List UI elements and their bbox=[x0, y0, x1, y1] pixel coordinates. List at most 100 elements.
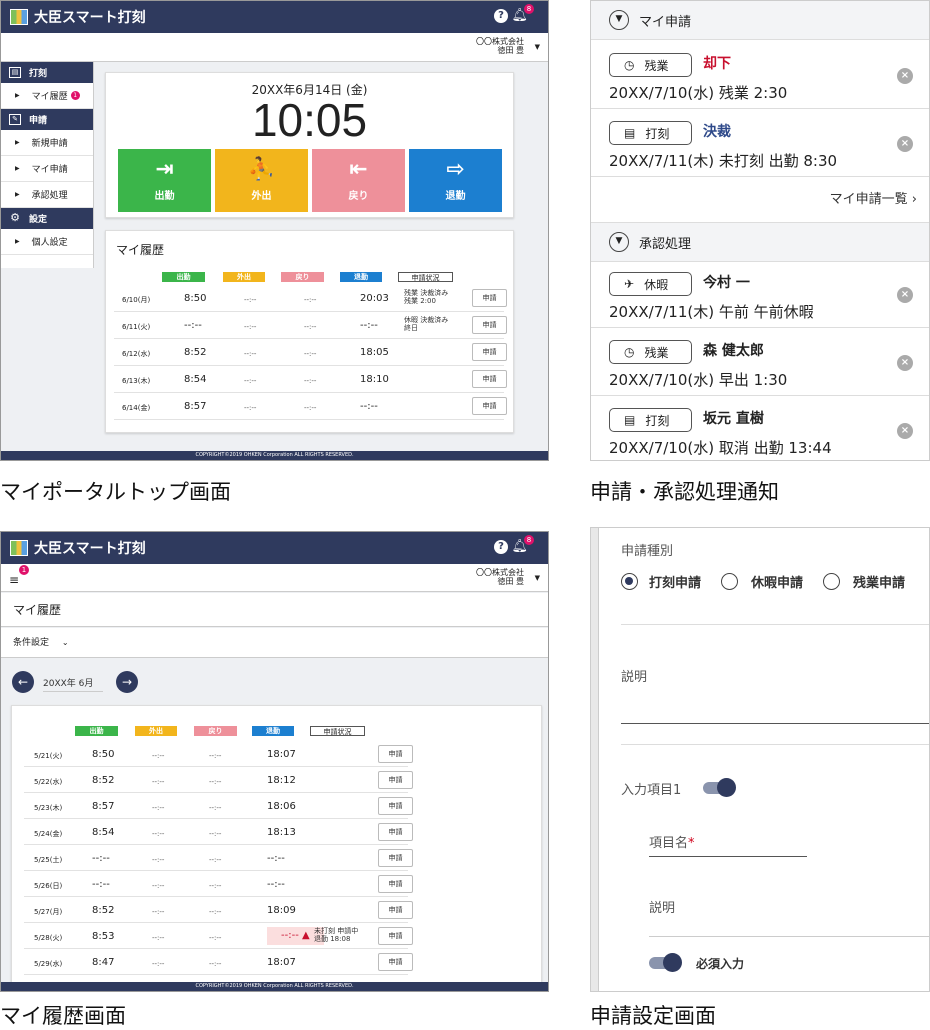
table-row: 6/13(木) 8:54 --:-- --:-- 18:10 申請 bbox=[114, 366, 507, 393]
col-header-back: 戻り bbox=[281, 272, 324, 282]
sidebar: ▤ 打刻 ▶ マイ履歴 1 ✎ 申請 ▶ 新規申請 ▶ マイ申請 ▶ 承認処理 ⚙ 設定 ▶ 個人設定 bbox=[1, 62, 94, 268]
in-cell: 8:54 bbox=[92, 827, 115, 838]
next-month-button[interactable]: → bbox=[116, 671, 138, 693]
sidebar-item[interactable]: ▶ 個人設定 bbox=[1, 229, 93, 255]
status-cell: 未打刻 申請中 退勤 18:08 bbox=[314, 927, 359, 943]
out-cell: --:-- bbox=[152, 934, 165, 942]
close-icon[interactable]: × bbox=[897, 136, 913, 152]
user-menu[interactable]: 〇〇株式会社 徳田 豊 bbox=[476, 37, 524, 55]
type-label: 打刻 bbox=[645, 126, 670, 141]
radio-overtime-label: 残業申請 bbox=[853, 576, 906, 591]
apply-button[interactable]: 申請 bbox=[378, 849, 413, 867]
punch-button[interactable]: ⛹ 外出 bbox=[215, 149, 308, 212]
punch-button-label: 外出 bbox=[251, 191, 272, 202]
radio-punch[interactable] bbox=[621, 573, 638, 590]
back-cell: --:-- bbox=[209, 830, 222, 838]
notification-item[interactable]: ✈ 休暇 今村 一 20XX/7/11(木) 午前 午前休暇 × bbox=[591, 261, 929, 328]
apply-button[interactable]: 申請 bbox=[472, 316, 507, 334]
punch-button[interactable]: ⇥ 出勤 bbox=[118, 149, 211, 212]
out-cell: --:-- bbox=[244, 323, 257, 331]
apply-button[interactable]: 申請 bbox=[472, 397, 507, 415]
leave-cell: --:-- bbox=[360, 320, 378, 331]
section-approvals[interactable]: ▼ 承認処理 bbox=[591, 223, 929, 262]
apply-button[interactable]: 申請 bbox=[378, 823, 413, 841]
apply-button[interactable]: 申請 bbox=[378, 927, 413, 945]
apply-button[interactable]: 申請 bbox=[378, 797, 413, 815]
user-menu[interactable]: 〇〇株式会社 徳田 豊 bbox=[476, 568, 524, 586]
sidebar-item[interactable]: ▶ 新規申請 bbox=[1, 130, 93, 156]
apply-button[interactable]: 申請 bbox=[378, 745, 413, 763]
back-cell: --:-- bbox=[209, 752, 222, 760]
item-name-field[interactable]: 項目名* bbox=[649, 832, 695, 851]
back-cell: --:-- bbox=[304, 404, 317, 412]
sidebar-section-label: 打刻 bbox=[29, 69, 48, 79]
condition-toggle[interactable]: 条件設定 ⌄ bbox=[1, 628, 548, 658]
gear-icon: ⚙ bbox=[10, 211, 20, 224]
apply-button[interactable]: 申請 bbox=[378, 901, 413, 919]
notification-badge: 8 bbox=[524, 535, 534, 545]
description2-input[interactable] bbox=[649, 936, 929, 937]
status-or-name: 却下 bbox=[703, 56, 731, 72]
app-title: 大臣スマート打刻 bbox=[34, 541, 146, 557]
apply-button[interactable]: 申請 bbox=[472, 343, 507, 361]
side-rail bbox=[591, 528, 599, 991]
radio-leave[interactable] bbox=[721, 573, 738, 590]
status-or-name: 決裁 bbox=[703, 124, 731, 140]
help-icon[interactable]: ? bbox=[494, 9, 508, 23]
apply-button[interactable]: 申請 bbox=[378, 771, 413, 789]
apply-button[interactable]: 申請 bbox=[378, 875, 413, 893]
type-label: 打刻 bbox=[645, 413, 670, 428]
out-cell: --:-- bbox=[152, 804, 165, 812]
date-cell: 5/29(水) bbox=[34, 960, 63, 968]
date-cell: 5/23(木) bbox=[34, 804, 63, 812]
airplane-icon: ✈ bbox=[624, 277, 635, 291]
close-icon[interactable]: × bbox=[897, 423, 913, 439]
out-cell: --:-- bbox=[152, 960, 165, 968]
type-pill: ▤ 打刻 bbox=[609, 408, 692, 432]
date-cell: 6/10(月) bbox=[122, 296, 151, 304]
chevron-down-icon: ▼ bbox=[609, 232, 629, 252]
apply-button[interactable]: 申請 bbox=[378, 953, 413, 971]
item-name-label: 項目名 bbox=[649, 836, 689, 851]
out-cell: --:-- bbox=[244, 350, 257, 358]
chevron-down-icon[interactable]: ▼ bbox=[535, 574, 540, 582]
col-header-out: 外出 bbox=[223, 272, 265, 282]
sidebar-item[interactable]: ▶ 承認処理 bbox=[1, 182, 93, 208]
in-cell: 8:57 bbox=[92, 801, 115, 812]
leave-cell: 18:12 bbox=[267, 775, 296, 786]
status-or-name: 今村 一 bbox=[703, 275, 750, 291]
notification-item[interactable]: ▤ 打刻 坂元 直樹 20XX/7/10(水) 取消 出勤 13:44 × bbox=[591, 397, 929, 460]
description2-label: 説明 bbox=[649, 901, 676, 916]
section-my-requests[interactable]: ▼ マイ申請 bbox=[591, 1, 929, 40]
description-input[interactable] bbox=[621, 723, 929, 724]
type-label: 残業 bbox=[644, 345, 669, 360]
type-pill: ◷ 残業 bbox=[609, 53, 692, 77]
close-icon[interactable]: × bbox=[897, 287, 913, 303]
punch-button[interactable]: ⇤ 戻り bbox=[312, 149, 405, 212]
punch-button[interactable]: ⇨ 退勤 bbox=[409, 149, 502, 212]
help-icon[interactable]: ? bbox=[494, 540, 508, 554]
document-icon: ▤ bbox=[624, 126, 636, 140]
input1-toggle[interactable] bbox=[703, 778, 736, 797]
user-name: 徳田 豊 bbox=[497, 577, 524, 586]
chevron-down-icon[interactable]: ▼ bbox=[535, 43, 540, 51]
close-icon[interactable]: × bbox=[897, 355, 913, 371]
notification-item[interactable]: ◷ 残業 却下 20XX/7/10(水) 残業 2:30 × bbox=[591, 42, 929, 109]
radio-overtime[interactable] bbox=[823, 573, 840, 590]
notification-item[interactable]: ▤ 打刻 決裁 20XX/7/11(木) 未打刻 出勤 8:30 × bbox=[591, 110, 929, 177]
prev-month-button[interactable]: ← bbox=[12, 671, 34, 693]
apply-button[interactable]: 申請 bbox=[472, 370, 507, 388]
item-detail: 20XX/7/11(木) 午前 午前休暇 bbox=[609, 303, 814, 321]
notification-item[interactable]: ◷ 残業 森 健太郎 20XX/7/10(水) 早出 1:30 × bbox=[591, 329, 929, 396]
close-icon[interactable]: × bbox=[897, 68, 913, 84]
app-header: 大臣スマート打刻 ? 🔔︎ 8 bbox=[1, 532, 548, 564]
sidebar-item[interactable]: ▶ マイ履歴 1 bbox=[1, 83, 93, 109]
user-name: 徳田 豊 bbox=[497, 46, 524, 55]
sidebar-item[interactable]: ▶ マイ申請 bbox=[1, 156, 93, 182]
date-cell: 5/21(火) bbox=[34, 752, 63, 760]
my-requests-link[interactable]: マイ申請一覧 › bbox=[591, 179, 929, 223]
hamburger-icon[interactable]: ≡ bbox=[9, 573, 19, 587]
apply-button[interactable]: 申請 bbox=[472, 289, 507, 307]
document-icon: ▤ bbox=[624, 413, 636, 427]
required-toggle[interactable] bbox=[649, 953, 682, 972]
